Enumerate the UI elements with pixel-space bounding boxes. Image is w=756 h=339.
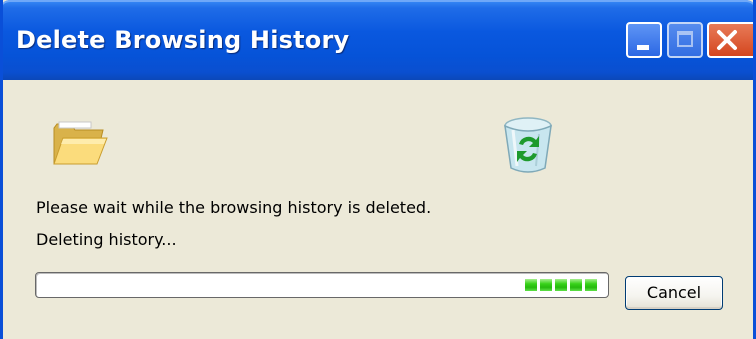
title-bar[interactable]: Delete Browsing History xyxy=(3,0,753,80)
progress-bar xyxy=(35,272,609,298)
maximize-button xyxy=(667,22,703,58)
progress-block xyxy=(540,279,552,291)
cancel-button[interactable]: Cancel xyxy=(625,276,723,310)
progress-block xyxy=(555,279,567,291)
close-icon xyxy=(717,30,737,50)
folder-icon xyxy=(51,118,109,172)
status-message: Please wait while the browsing history i… xyxy=(36,198,432,217)
maximize-icon xyxy=(677,31,693,47)
recycle-bin-icon xyxy=(499,114,557,180)
progress-status: Deleting history... xyxy=(36,230,177,249)
progress-indicator xyxy=(525,279,597,291)
dialog-window: Delete Browsing History Please wait whil… xyxy=(0,0,756,339)
minimize-icon xyxy=(637,45,649,50)
progress-block xyxy=(525,279,537,291)
progress-block xyxy=(585,279,597,291)
minimize-button[interactable] xyxy=(626,22,662,58)
progress-block xyxy=(570,279,582,291)
window-title: Delete Browsing History xyxy=(16,26,350,54)
close-button[interactable] xyxy=(707,22,753,58)
